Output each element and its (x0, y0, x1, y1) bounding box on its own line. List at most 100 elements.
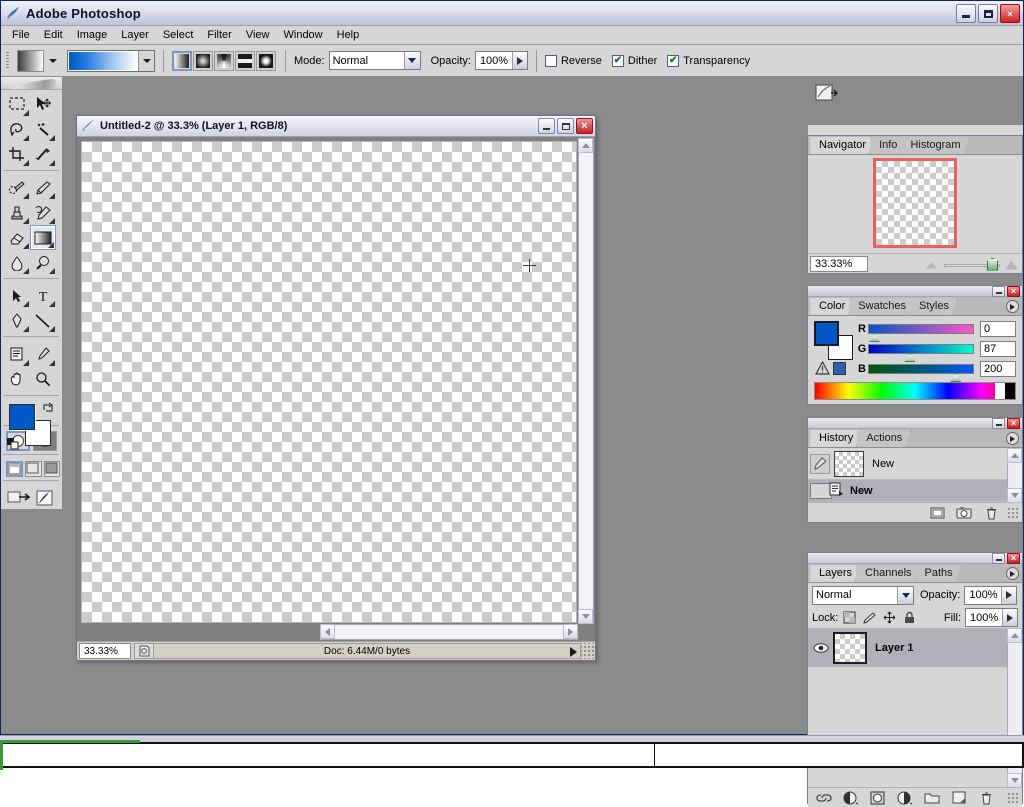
rectangular-marquee-tool[interactable] (4, 92, 30, 117)
eraser-tool[interactable] (4, 225, 30, 250)
navigator-zoom-slider[interactable] (868, 254, 1022, 274)
layers-palette-close-button[interactable]: × (1007, 553, 1020, 564)
reverse-checkbox[interactable]: Reverse (545, 55, 602, 67)
blend-mode-select[interactable]: Normal (329, 51, 421, 70)
layers-palette-menu-button[interactable] (1006, 567, 1019, 580)
chevron-down-icon[interactable] (897, 587, 913, 604)
lock-all-icon[interactable] (902, 610, 917, 625)
menu-item-select[interactable]: Select (156, 27, 201, 43)
dither-checkbox[interactable]: ✔ Dither (612, 55, 657, 67)
jump-to-imageready-icon[interactable] (6, 487, 32, 509)
foreground-color-swatch[interactable] (9, 404, 35, 430)
color-ramp-white[interactable] (995, 383, 1005, 399)
document-maximize-button[interactable] (557, 118, 574, 134)
dodge-tool[interactable] (30, 250, 56, 275)
horizontal-scrollbar[interactable] (320, 624, 578, 640)
channel-slider-g[interactable] (868, 344, 974, 354)
options-bar-grip[interactable] (4, 50, 11, 72)
color-ramp[interactable] (814, 382, 1016, 400)
gamut-warning-icon[interactable] (815, 361, 830, 376)
tab-channels[interactable]: Channels (856, 565, 920, 582)
document-close-button[interactable]: × (576, 118, 593, 134)
doc-profile-icon[interactable] (134, 643, 154, 659)
close-button[interactable]: × (1000, 4, 1020, 23)
clone-stamp-tool[interactable] (4, 200, 30, 225)
minimize-button[interactable] (956, 4, 976, 23)
new-document-from-state-icon[interactable] (927, 504, 947, 521)
lock-transparent-pixels-icon[interactable] (842, 610, 857, 625)
layer-opacity-input[interactable]: 100% (964, 586, 1017, 605)
tab-paths[interactable]: Paths (916, 565, 962, 582)
channel-value-r[interactable]: 0 (980, 321, 1016, 337)
linear-gradient-button[interactable] (172, 51, 192, 71)
color-palette-menu-button[interactable] (1006, 300, 1019, 313)
zoom-slider-knob[interactable] (987, 258, 998, 271)
menu-item-help[interactable]: Help (330, 27, 367, 43)
healing-brush-tool[interactable] (4, 175, 30, 200)
diamond-gradient-button[interactable] (256, 51, 276, 71)
layers-palette-resize-grip[interactable] (1007, 792, 1018, 803)
eyedropper-tool[interactable] (30, 342, 56, 367)
move-tool[interactable] (30, 92, 56, 117)
new-group-icon[interactable] (922, 789, 942, 806)
channel-slider-b[interactable] (868, 364, 974, 374)
radial-gradient-button[interactable] (193, 51, 213, 71)
pen-tool[interactable] (4, 308, 30, 333)
palette-well-icon[interactable] (813, 81, 841, 107)
scroll-down-button[interactable] (578, 609, 593, 624)
history-palette-close-button[interactable]: × (1007, 418, 1020, 429)
history-scrollbar[interactable] (1007, 449, 1022, 502)
lasso-tool[interactable] (4, 117, 30, 142)
gradient-preset-icon[interactable] (17, 50, 44, 72)
delete-layer-icon[interactable] (976, 789, 996, 806)
history-palette-resize-grip[interactable] (1007, 507, 1018, 518)
menu-item-view[interactable]: View (239, 27, 277, 43)
document-resize-grip[interactable] (581, 643, 595, 659)
imageready-logo-icon[interactable] (32, 487, 58, 509)
lock-position-icon[interactable] (882, 610, 897, 625)
document-titlebar[interactable]: Untitled-2 @ 33.3% (Layer 1, RGB/8) × (77, 116, 595, 137)
navigator-thumbnail[interactable] (876, 161, 954, 245)
chevron-down-icon[interactable] (404, 52, 420, 69)
menu-item-layer[interactable]: Layer (114, 27, 156, 43)
crop-tool[interactable] (4, 142, 30, 167)
tab-navigator[interactable]: Navigator (810, 137, 875, 154)
new-adjustment-layer-icon[interactable] (895, 789, 915, 806)
layer-opacity-stepper-button[interactable] (1001, 587, 1016, 604)
layer-row[interactable]: Layer 1 (808, 629, 1022, 667)
tool-preset-chevron-down-icon[interactable] (49, 59, 57, 63)
history-palette-minimize-button[interactable] (992, 418, 1005, 429)
full-screen-with-menubar-button[interactable] (25, 461, 42, 477)
lock-image-pixels-icon[interactable] (862, 610, 877, 625)
gradient-swatch[interactable] (68, 51, 138, 71)
notes-tool[interactable] (4, 342, 30, 367)
channel-slider-r[interactable] (868, 324, 974, 334)
history-palette-topbar[interactable]: × (808, 418, 1022, 429)
tab-info[interactable]: Info (870, 137, 906, 154)
reflected-gradient-button[interactable] (235, 51, 255, 71)
tab-styles[interactable]: Styles (910, 298, 958, 315)
history-snapshot-row[interactable]: New (808, 448, 1022, 480)
standard-screen-mode-button[interactable] (6, 461, 23, 477)
history-palette-menu-button[interactable] (1006, 432, 1019, 445)
default-colors-icon[interactable] (7, 438, 19, 450)
document-zoom-input[interactable]: 33.33% (79, 643, 131, 659)
toolbox-header[interactable] (1, 77, 62, 90)
transparent-canvas[interactable] (81, 141, 577, 623)
layers-scroll-up-button[interactable] (1007, 629, 1022, 643)
hand-tool[interactable] (4, 367, 30, 392)
tab-history[interactable]: History (810, 430, 862, 447)
status-more-arrow-icon[interactable] (570, 647, 577, 657)
layer-blend-mode-select[interactable]: Normal (812, 586, 914, 605)
layer-fill-input[interactable]: 100% (965, 608, 1018, 627)
vertical-scrollbar[interactable] (578, 138, 594, 624)
gradient-picker[interactable] (67, 50, 155, 72)
path-selection-tool[interactable] (4, 283, 30, 308)
create-snapshot-icon[interactable] (954, 504, 974, 521)
brush-tool[interactable] (30, 175, 56, 200)
menu-item-window[interactable]: Window (277, 27, 330, 43)
zoom-in-icon[interactable] (1005, 261, 1018, 270)
history-brush-tool[interactable] (30, 200, 56, 225)
navigator-view[interactable] (808, 155, 1022, 253)
gamut-warning-swatch[interactable] (833, 362, 846, 375)
